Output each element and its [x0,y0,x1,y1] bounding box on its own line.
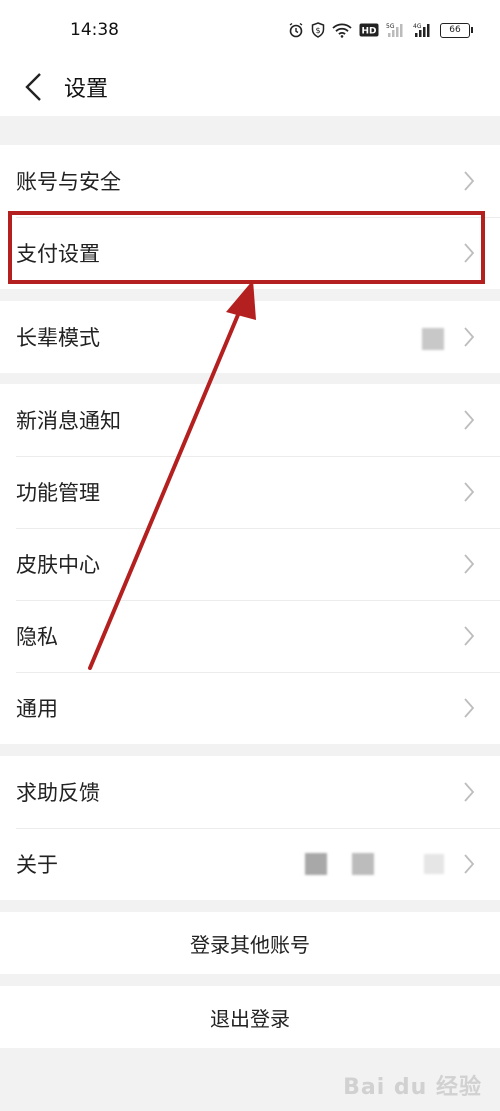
watermark: Bai du 经验 [343,1075,482,1100]
annotation-arrow [88,280,256,670]
